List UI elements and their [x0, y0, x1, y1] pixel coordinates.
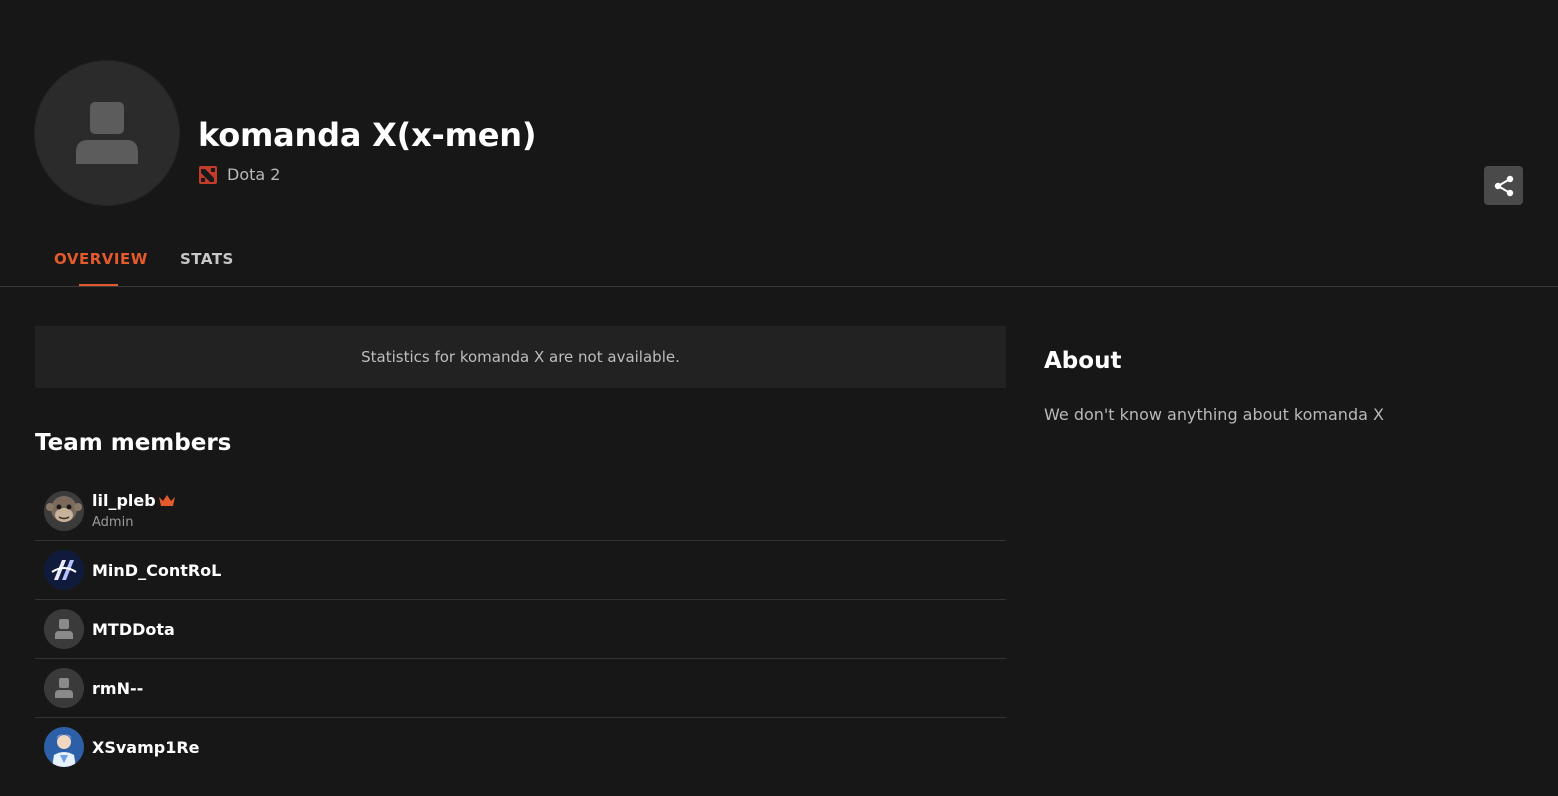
team-members-list: lil_pleb Admin MinD_ContRoL MTDDota rmN-…	[35, 482, 1006, 776]
team-page: komanda X(x-men) Dota 2 OVERVIEW STATS S…	[0, 0, 1558, 796]
monkey-avatar-icon	[44, 491, 84, 531]
member-avatar	[44, 609, 84, 649]
crown-icon	[159, 495, 175, 506]
dota2-icon	[199, 165, 217, 184]
member-avatar	[44, 668, 84, 708]
member-avatar	[44, 550, 84, 590]
share-icon	[1494, 175, 1513, 196]
member-role: Admin	[92, 515, 134, 530]
member-avatar	[44, 727, 84, 767]
member-row-rmn[interactable]: rmN--	[35, 659, 1006, 718]
member-name: rmN--	[92, 679, 144, 698]
team-name: komanda X(x-men)	[198, 116, 537, 154]
member-row-mtddota[interactable]: MTDDota	[35, 600, 1006, 659]
game-label: Dota 2	[199, 165, 280, 184]
about-heading: About	[1044, 348, 1122, 374]
member-name: lil_pleb	[92, 491, 156, 510]
tab-overview[interactable]: OVERVIEW	[54, 250, 148, 268]
member-name: MTDDota	[92, 620, 175, 639]
tab-stats[interactable]: STATS	[180, 250, 234, 268]
share-button[interactable]	[1484, 166, 1523, 205]
member-row-xsvamp1re[interactable]: XSvamp1Re	[35, 718, 1006, 776]
member-name: MinD_ContRoL	[92, 561, 222, 580]
user-placeholder-icon	[44, 668, 84, 708]
user-placeholder-icon	[44, 609, 84, 649]
member-name: XSvamp1Re	[92, 738, 200, 757]
team-avatar	[34, 60, 180, 206]
team-members-heading: Team members	[35, 430, 232, 456]
member-avatar	[44, 491, 84, 531]
tabs-divider	[0, 286, 1558, 287]
character-avatar-icon	[44, 727, 84, 767]
stats-unavailable-notice: Statistics for komanda X are not availab…	[35, 326, 1006, 388]
user-placeholder-icon	[76, 102, 138, 164]
about-text: We don't know anything about komanda X	[1044, 405, 1384, 424]
team-logo-avatar-icon	[44, 550, 84, 590]
member-row-lil-pleb[interactable]: lil_pleb Admin	[35, 482, 1006, 541]
game-name: Dota 2	[227, 165, 281, 184]
tab-bar: OVERVIEW STATS	[0, 240, 1558, 288]
member-row-mind-control[interactable]: MinD_ContRoL	[35, 541, 1006, 600]
